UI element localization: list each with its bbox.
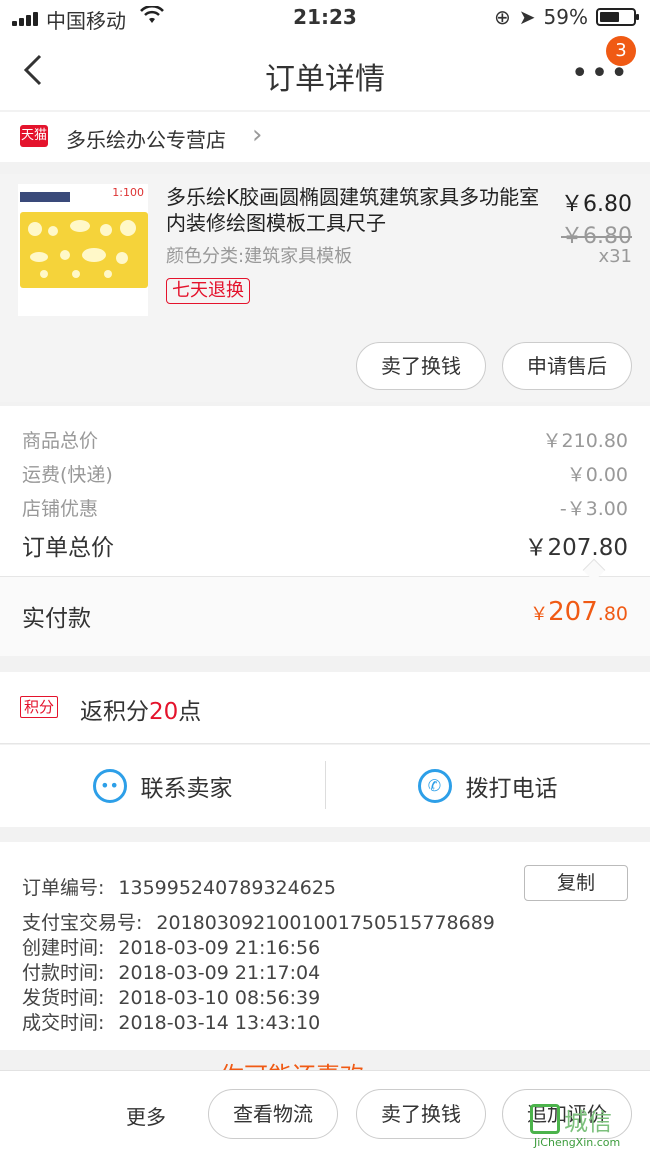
resell-button[interactable]: 卖了换钱 (356, 342, 486, 390)
points-tag: 积分 (20, 696, 59, 718)
battery-percent: 59% (543, 5, 588, 29)
watermark-text: 城信 (564, 1108, 612, 1136)
product-quantity: x31 (598, 246, 632, 267)
after-sale-button[interactable]: 申请售后 (502, 342, 632, 390)
chat-icon: •• (92, 769, 127, 803)
info-label: 订单编号: (22, 877, 105, 899)
call-phone-button[interactable]: ✆ 拨打电话 (325, 745, 650, 827)
info-value: 2018-03-10 08:56:39 (118, 987, 321, 1009)
summary-row-goods: 商品总价 ￥210.80 (22, 426, 628, 453)
product-card[interactable]: 1:100 多乐绘K胶画圆椭圆建筑建筑家具多功能室内装修绘图模板工具尺子 颜色分… (0, 174, 650, 402)
recommend-header: 你可能还喜欢 (0, 1052, 650, 1072)
bottom-action-bar: 更多 查看物流 卖了换钱 追加评价 城信 JiChengXin.com (0, 1070, 650, 1156)
order-total-value: ￥207.80 (524, 535, 628, 561)
contact-seller-button[interactable]: •• 联系卖家 (0, 745, 325, 827)
paid-integer: 207 (548, 597, 598, 627)
info-value: 2018030921001001750515778689 (156, 912, 495, 934)
points-text: 返积分20点 (80, 692, 201, 726)
copy-button[interactable]: 复制 (524, 865, 628, 901)
product-title[interactable]: 多乐绘K胶画圆椭圆建筑建筑家具多功能室内装修绘图模板工具尺子 (166, 184, 546, 236)
actual-paid-value: ￥207.80 (530, 597, 628, 627)
info-label: 付款时间: (22, 962, 105, 984)
summary-value: ￥210.80 (542, 430, 628, 452)
shop-header[interactable]: 天猫 多乐绘办公专营店 › (0, 112, 650, 162)
phone-icon: ✆ (417, 769, 452, 803)
created-time-line: 创建时间: 2018-03-09 21:16:56 (22, 933, 320, 960)
order-number-line: 订单编号: 135995240789324625 (22, 873, 336, 900)
info-label: 支付宝交易号: (22, 912, 143, 934)
price-summary: 商品总价 ￥210.80 运费(快递) ￥0.00 店铺优惠 -￥3.00 订单… (0, 406, 650, 576)
page-title: 订单详情 (265, 62, 385, 97)
order-total-label: 订单总价 (22, 535, 114, 561)
notification-badge: 3 (606, 36, 636, 66)
points-suffix: 点 (178, 699, 202, 725)
info-value: 2018-03-09 21:16:56 (118, 937, 321, 959)
watermark-site: JiChengXin.com (534, 1136, 621, 1149)
info-label: 发货时间: (22, 987, 105, 1009)
tmall-logo-icon: 天猫 (20, 125, 48, 147)
summary-label: 店铺优惠 (22, 498, 99, 520)
summary-value: -￥3.00 (559, 498, 628, 520)
summary-row-shipping: 运费(快递) ￥0.00 (22, 460, 628, 487)
orientation-lock-icon: ⊕ (494, 5, 511, 29)
summary-label: 运费(快递) (22, 464, 113, 486)
summary-row-discount: 店铺优惠 -￥3.00 (22, 494, 628, 521)
product-image-scale: 1:100 (112, 186, 144, 199)
info-label: 创建时间: (22, 937, 105, 959)
nav-bar: 订单详情 ••• 3 (0, 36, 650, 110)
view-logistics-button[interactable]: 查看物流 (208, 1089, 338, 1139)
product-spec: 颜色分类:建筑家具模板 (166, 246, 353, 267)
location-icon: ➤ (518, 5, 536, 29)
shipped-time-line: 发货时间: 2018-03-10 08:56:39 (22, 983, 320, 1010)
summary-label: 商品总价 (22, 430, 99, 452)
points-row: 积分 返积分20点 (0, 672, 650, 744)
product-image[interactable]: 1:100 (18, 184, 148, 316)
resell-button-bottom[interactable]: 卖了换钱 (356, 1089, 486, 1139)
actual-paid-row: 实付款 ￥207.80 (0, 576, 650, 656)
info-label: 成交时间: (22, 1012, 105, 1034)
summary-row-total: 订单总价 ￥207.80 (22, 528, 628, 562)
paid-decimal: .80 (597, 603, 628, 625)
completed-time-line: 成交时间: 2018-03-14 13:43:10 (22, 1008, 320, 1035)
actual-paid-label: 实付款 (22, 606, 91, 632)
call-phone-label: 拨打电话 (465, 776, 558, 802)
order-info: 订单编号: 135995240789324625 复制 支付宝交易号: 201803… (0, 842, 650, 1050)
contact-bar: •• 联系卖家 ✆ 拨打电话 (0, 745, 650, 827)
chevron-right-icon: › (252, 120, 263, 150)
points-number: 20 (149, 699, 179, 725)
info-value: 2018-03-09 21:17:04 (118, 962, 321, 984)
summary-value: ￥0.00 (566, 464, 628, 486)
shop-name[interactable]: 多乐绘办公专营店 (66, 124, 226, 153)
more-button[interactable]: 更多 (126, 1101, 166, 1130)
points-prefix: 返积分 (80, 699, 149, 725)
watermark-logo: 城信 JiChengXin.com (530, 1102, 648, 1154)
alipay-number-line: 支付宝交易号: 2018030921001001750515778689 (22, 908, 495, 935)
paid-currency: ￥ (530, 604, 549, 625)
product-price: ￥6.80 (561, 192, 632, 217)
paid-time-line: 付款时间: 2018-03-09 21:17:04 (22, 958, 320, 985)
info-value: 2018-03-14 13:43:10 (118, 1012, 321, 1034)
return-policy-tag: 七天退换 (166, 278, 250, 304)
battery-icon (596, 8, 639, 26)
contact-seller-label: 联系卖家 (140, 776, 233, 802)
status-bar: 中国移动 21:23 ⊕ ➤ 59% (0, 0, 650, 36)
info-value: 135995240789324625 (118, 877, 336, 899)
